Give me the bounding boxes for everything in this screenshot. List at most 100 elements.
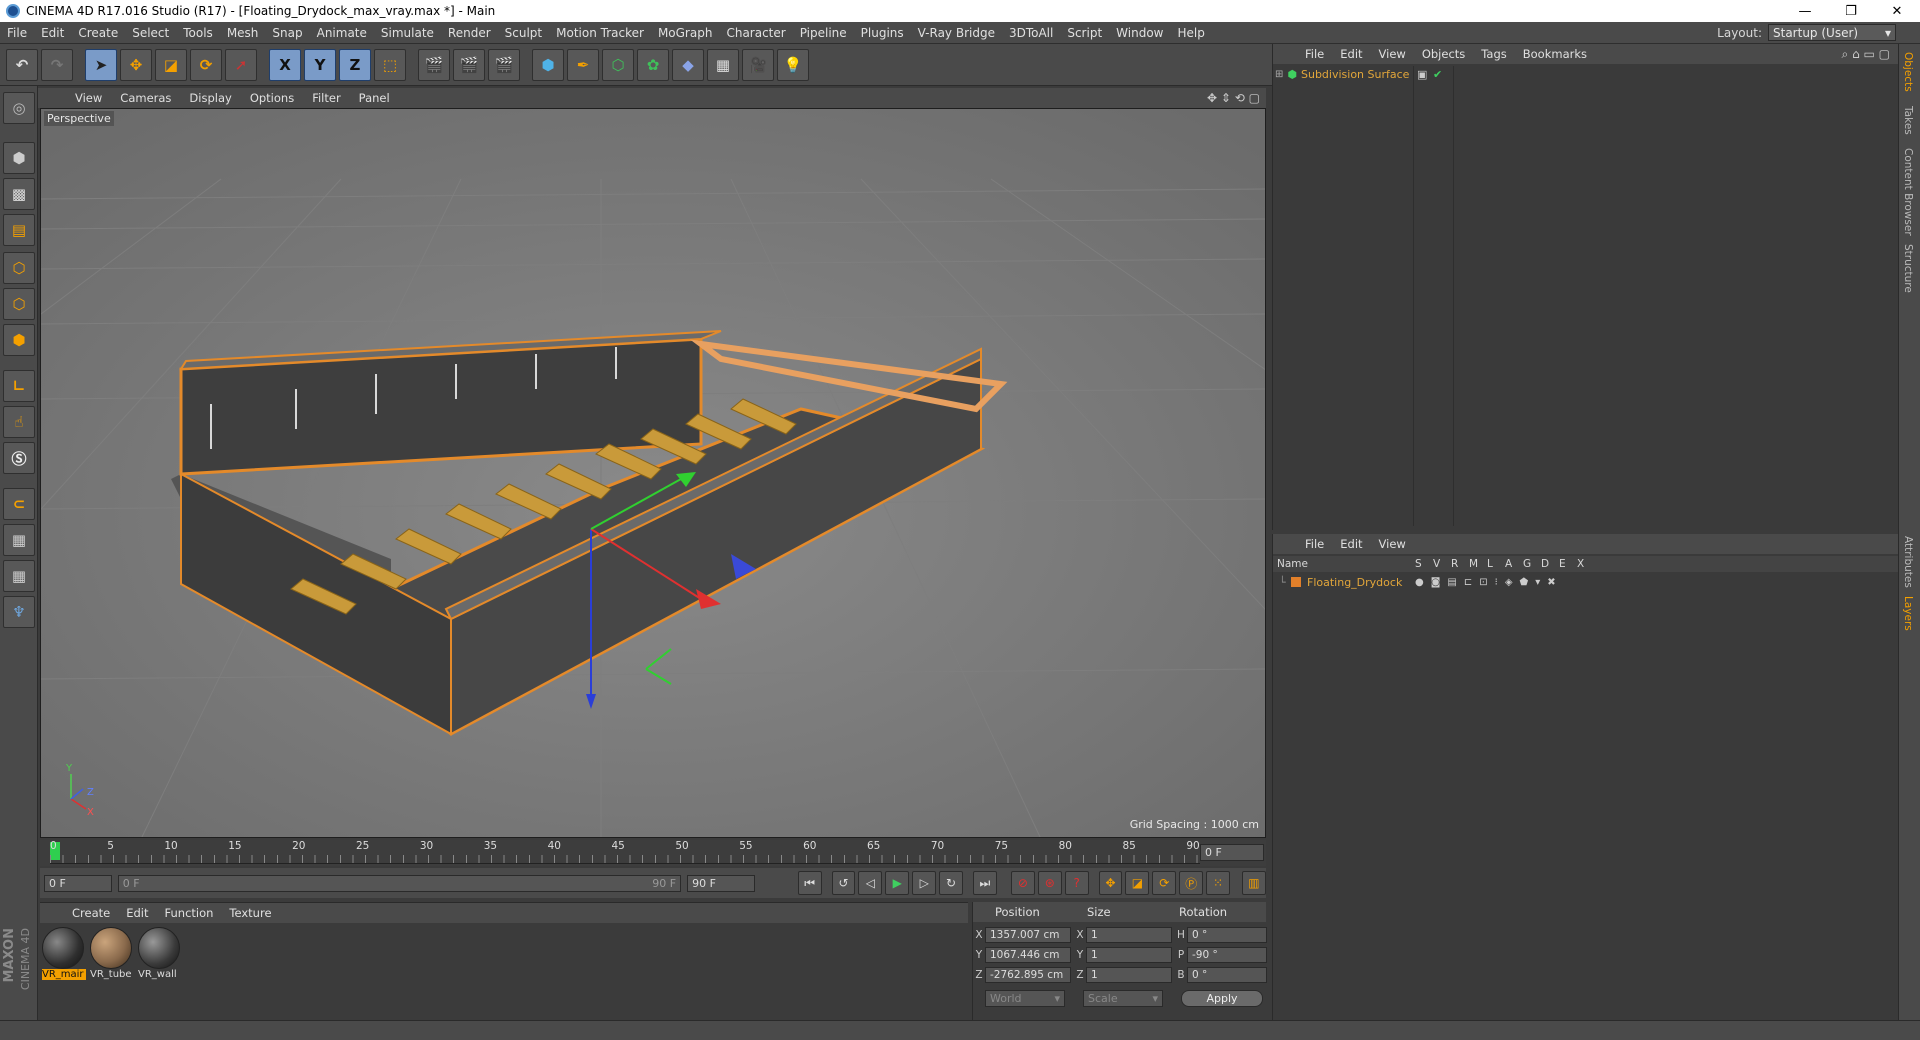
coordinate-space-select[interactable]: World ▾: [985, 990, 1065, 1007]
menu-mograph[interactable]: MoGraph: [651, 26, 720, 40]
apply-button[interactable]: Apply: [1181, 990, 1263, 1007]
camera-button[interactable]: 🎥: [742, 48, 774, 81]
menu-render[interactable]: Render: [441, 26, 498, 40]
y-axis-lock-button[interactable]: Y: [304, 48, 336, 81]
layers-menu-edit[interactable]: Edit: [1332, 537, 1370, 551]
size-x-field[interactable]: 1: [1086, 927, 1172, 943]
objects-menu-objects[interactable]: Objects: [1414, 47, 1473, 61]
snap-button[interactable]: Ⓢ: [3, 442, 35, 474]
goto-end-button[interactable]: ⏭: [973, 871, 997, 895]
current-frame-field[interactable]: 0 F: [1200, 844, 1264, 861]
tab-takes[interactable]: Takes: [1902, 106, 1914, 135]
menu-help[interactable]: Help: [1170, 26, 1211, 40]
close-button[interactable]: ✕: [1874, 0, 1920, 22]
size-z-field[interactable]: 1: [1086, 967, 1172, 983]
material-swatch[interactable]: VR_mair: [42, 927, 86, 983]
enabled-check-icon[interactable]: ✔: [1433, 68, 1442, 81]
model-mode-button[interactable]: ⬢: [3, 142, 35, 174]
menu-file[interactable]: File: [0, 26, 34, 40]
tab-layers[interactable]: Layers: [1902, 596, 1914, 631]
position-y-field[interactable]: 1067.446 cm: [985, 947, 1071, 963]
floor-button[interactable]: ▦: [707, 48, 739, 81]
render-view-button[interactable]: 🎬: [418, 48, 450, 81]
record-keys-button[interactable]: ⊘: [1010, 871, 1035, 895]
material-menu-create[interactable]: Create: [64, 906, 118, 920]
timeline-track[interactable]: 0 5 10 15 20 25 30 35 40 45 50 55 60 65 …: [50, 840, 1200, 864]
rotate-tool-button[interactable]: ⟳: [190, 48, 222, 81]
axis-mode-button[interactable]: ∟: [3, 370, 35, 402]
menu-3dtoall[interactable]: 3DToAll: [1002, 26, 1060, 40]
size-mode-select[interactable]: Scale ▾: [1083, 990, 1163, 1007]
menu-window[interactable]: Window: [1109, 26, 1170, 40]
render-settings-button[interactable]: 🎬: [488, 48, 520, 81]
light-button[interactable]: 💡: [777, 48, 809, 81]
menu-script[interactable]: Script: [1060, 26, 1109, 40]
layer-flag-icons[interactable]: ●◙▤⊏⊡⁝◈⬟▾✖: [1415, 577, 1563, 588]
make-editable-button[interactable]: ◎: [3, 92, 35, 124]
layers-menu-file[interactable]: File: [1297, 537, 1332, 551]
workplane-mode-button[interactable]: ▤: [3, 214, 35, 246]
material-swatch[interactable]: VR_wall: [138, 927, 182, 983]
menu-animate[interactable]: Animate: [310, 26, 374, 40]
lock-workplane-button[interactable]: ▦: [3, 524, 35, 556]
objects-menu-tags[interactable]: Tags: [1473, 47, 1514, 61]
objects-menu-file[interactable]: File: [1297, 47, 1332, 61]
material-menu-function[interactable]: Function: [157, 906, 222, 920]
position-x-field[interactable]: 1357.007 cm: [985, 927, 1071, 943]
viewport-menu-panel[interactable]: Panel: [350, 91, 399, 105]
cube-primitive-button[interactable]: ⬢: [532, 48, 564, 81]
menu-snap[interactable]: Snap: [265, 26, 309, 40]
deformer-button[interactable]: ◆: [672, 48, 704, 81]
menu-edit[interactable]: Edit: [34, 26, 71, 40]
position-z-field[interactable]: -2762.895 cm: [985, 967, 1071, 983]
recent-tool-button[interactable]: ➚: [225, 48, 257, 81]
menu-vray-bridge[interactable]: V-Ray Bridge: [911, 26, 1002, 40]
menu-select[interactable]: Select: [125, 26, 176, 40]
visibility-toggle-icon[interactable]: ▣: [1417, 68, 1427, 81]
viewport-menu-filter[interactable]: Filter: [303, 91, 349, 105]
tab-content-browser[interactable]: Content Browser: [1902, 148, 1914, 236]
tab-attributes[interactable]: Attributes: [1902, 536, 1914, 588]
end-frame-field[interactable]: 90 F: [687, 874, 755, 892]
planar-workplane-button[interactable]: ▦: [3, 560, 35, 592]
menu-simulate[interactable]: Simulate: [374, 26, 441, 40]
key-scale-button[interactable]: ◪: [1125, 871, 1150, 895]
layers-menu-view[interactable]: View: [1371, 537, 1414, 551]
timeline-ruler[interactable]: 0 5 10 15 20 25 30 35 40 45 50 55 60 65 …: [40, 840, 1266, 866]
next-key-button[interactable]: ↻: [939, 871, 964, 895]
viewport-nav-icons[interactable]: ✥ ⇕ ⟲ ▢: [1207, 91, 1260, 105]
z-axis-lock-button[interactable]: Z: [339, 48, 371, 81]
frame-range-slider[interactable]: 0 F 90 F: [117, 874, 682, 892]
render-picture-viewer-button[interactable]: 🎬: [453, 48, 485, 81]
points-mode-button[interactable]: ⬡: [3, 252, 35, 284]
start-frame-field[interactable]: 0 F: [44, 874, 112, 892]
subdivision-surface-button[interactable]: ⬡: [602, 48, 634, 81]
rotation-h-field[interactable]: 0 °: [1187, 927, 1267, 943]
coordinate-system-button[interactable]: ⬚: [374, 48, 406, 81]
viewport-menu-options[interactable]: Options: [241, 91, 303, 105]
perspective-viewport[interactable]: Y Z X Perspective Grid Spacing : 1000 cm: [40, 108, 1266, 838]
minimize-button[interactable]: —: [1782, 0, 1828, 22]
material-menu-texture[interactable]: Texture: [221, 906, 279, 920]
python-button[interactable]: ♆: [3, 596, 35, 628]
tab-structure[interactable]: Structure: [1902, 244, 1914, 293]
texture-mode-button[interactable]: ▩: [3, 178, 35, 210]
prev-frame-button[interactable]: ◁: [858, 871, 883, 895]
menu-sculpt[interactable]: Sculpt: [498, 26, 549, 40]
keyframe-selection-button[interactable]: ?: [1064, 871, 1089, 895]
autokey-button[interactable]: ⊛: [1037, 871, 1062, 895]
rotation-b-field[interactable]: 0 °: [1187, 967, 1267, 983]
magnet-button[interactable]: ⊂: [3, 488, 35, 520]
play-button[interactable]: ▶: [885, 871, 910, 895]
edges-mode-button[interactable]: ⬡: [3, 288, 35, 320]
tweak-mode-button[interactable]: ☝: [3, 406, 35, 438]
viewport-menu-cameras[interactable]: Cameras: [111, 91, 180, 105]
menu-tools[interactable]: Tools: [176, 26, 220, 40]
key-pla-button[interactable]: ⁙: [1206, 871, 1231, 895]
timeline-window-button[interactable]: ▥: [1242, 871, 1266, 895]
object-row[interactable]: ⊞ ⬢ Subdivision Surface ▣ ✔: [1275, 66, 1442, 82]
object-manager-nav-icons[interactable]: ⌕ ⌂ ▭ ▢: [1842, 47, 1890, 62]
undo-button[interactable]: ↶: [6, 48, 38, 81]
layer-row[interactable]: └ Floating_Drydock ●◙▤⊏⊡⁝◈⬟▾✖: [1273, 574, 1899, 590]
move-tool-button[interactable]: ✥: [120, 48, 152, 81]
